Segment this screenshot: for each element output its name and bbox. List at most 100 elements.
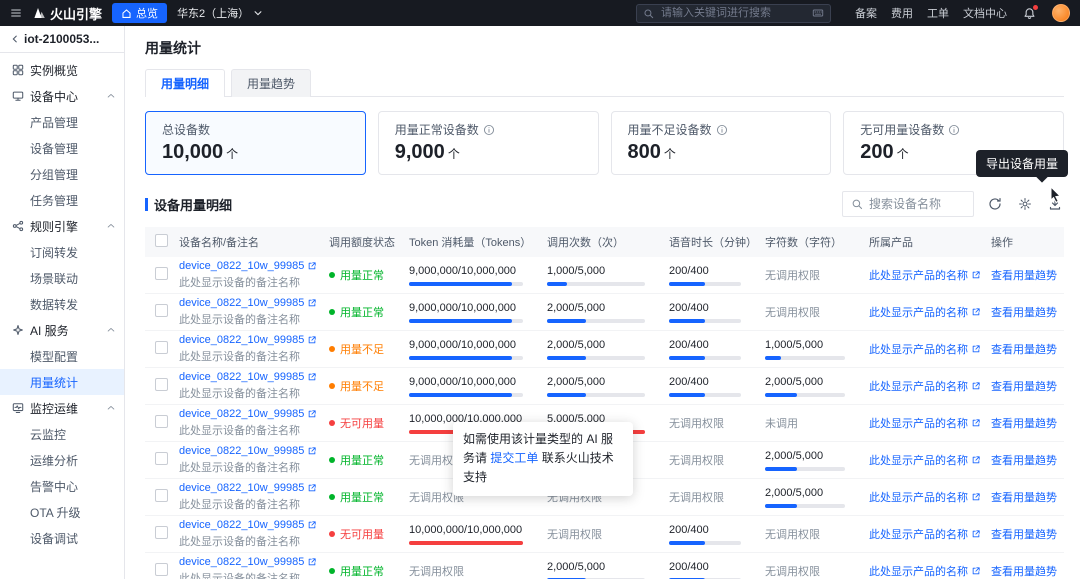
notification-bell[interactable] [1023, 4, 1038, 20]
ai-service-icon [12, 324, 24, 336]
device-name-link[interactable]: device_0822_10w_99985 [179, 408, 317, 420]
tab-1[interactable]: 用量趋势 [231, 69, 312, 97]
settings-button[interactable] [1016, 195, 1034, 213]
select-all-checkbox[interactable] [155, 234, 168, 247]
menu-icon[interactable] [10, 7, 22, 19]
device-search-input[interactable] [867, 196, 965, 212]
row-checkbox[interactable] [155, 563, 168, 576]
view-trend-link[interactable]: 查看用量趋势 [991, 378, 1057, 394]
view-trend-link[interactable]: 查看用量趋势 [991, 452, 1057, 468]
volcengine-logo[interactable]: 火山引擎 [32, 4, 102, 23]
sidebar-item[interactable]: 订阅转发 [0, 239, 124, 265]
topbar-links: 备案 费用 工单 文档中心 [841, 5, 1007, 21]
device-name-link[interactable]: device_0822_10w_99985 [179, 334, 317, 346]
stat-card-2[interactable]: 用量不足设备数 800 个 [610, 111, 832, 175]
global-search[interactable] [636, 3, 831, 23]
sidebar-group-1[interactable]: 设备中心 [0, 83, 124, 109]
sidebar-item[interactable]: 场景联动 [0, 265, 124, 291]
metric-cell: 1,000/5,000 [765, 339, 869, 360]
sidebar-item[interactable]: 分组管理 [0, 161, 124, 187]
stat-card-1[interactable]: 用量正常设备数 9,000 个 [377, 111, 599, 175]
row-checkbox[interactable] [155, 489, 168, 502]
row-checkbox[interactable] [155, 415, 168, 428]
metric-cell: 无调用权限 [765, 307, 820, 319]
sidebar-item[interactable]: 产品管理 [0, 109, 124, 135]
usage-progress-bar [765, 466, 845, 471]
sidebar-item[interactable]: 任务管理 [0, 187, 124, 213]
sidebar-item[interactable]: 告警中心 [0, 473, 124, 499]
table-row: device_0822_10w_99985 此处显示设备的备注名称 用量不足 9,00… [145, 368, 1064, 405]
notification-dot [1033, 4, 1038, 10]
row-checkbox[interactable] [155, 267, 168, 280]
metric-cell: 无调用权限 [765, 529, 820, 541]
topbar-link-0[interactable]: 备案 [855, 5, 877, 21]
device-name-link[interactable]: device_0822_10w_99985 [179, 371, 317, 383]
device-remark: 此处显示设备的备注名称 [179, 351, 300, 363]
row-checkbox[interactable] [155, 452, 168, 465]
tab-0[interactable]: 用量明细 [145, 69, 226, 97]
region-selector[interactable]: 华东2（上海） [177, 5, 263, 21]
product-link[interactable]: 此处显示产品的名称 [869, 304, 981, 320]
sidebar-item[interactable]: 设备管理 [0, 135, 124, 161]
sidebar-group-3[interactable]: AI 服务 [0, 317, 124, 343]
sidebar-item[interactable]: 运维分析 [0, 447, 124, 473]
sidebar-item[interactable]: 模型配置 [0, 343, 124, 369]
global-search-input[interactable] [659, 6, 807, 20]
metric-cell: 9,000,000/10,000,000 [409, 339, 547, 360]
view-trend-link[interactable]: 查看用量趋势 [991, 341, 1057, 357]
row-checkbox[interactable] [155, 378, 168, 391]
instance-selector[interactable]: iot-2100053... [0, 26, 124, 53]
product-link[interactable]: 此处显示产品的名称 [869, 415, 981, 431]
row-checkbox[interactable] [155, 304, 168, 317]
topbar-link-3[interactable]: 文档中心 [963, 5, 1007, 21]
view-trend-link[interactable]: 查看用量趋势 [991, 489, 1057, 505]
sidebar-item-label: 产品管理 [30, 115, 79, 130]
action-cell: 查看用量趋势 [991, 489, 1064, 505]
topbar-link-1[interactable]: 费用 [891, 5, 913, 21]
product-link[interactable]: 此处显示产品的名称 [869, 267, 981, 283]
device-name-link[interactable]: device_0822_10w_99985 [179, 260, 317, 272]
export-button[interactable] [1046, 195, 1064, 213]
refresh-button[interactable] [986, 195, 1004, 213]
submit-ticket-link[interactable]: 提交工单 [490, 451, 538, 465]
device-name-link[interactable]: device_0822_10w_99985 [179, 482, 317, 494]
device-name-link[interactable]: device_0822_10w_99985 [179, 445, 317, 457]
device-search[interactable] [842, 191, 974, 217]
product-link[interactable]: 此处显示产品的名称 [869, 563, 981, 579]
view-trend-link[interactable]: 查看用量趋势 [991, 304, 1057, 320]
sidebar-group-0[interactable]: 实例概览 [0, 57, 124, 83]
action-cell: 查看用量趋势 [991, 415, 1064, 431]
user-avatar[interactable] [1052, 4, 1070, 22]
row-checkbox[interactable] [155, 526, 168, 539]
external-link-icon [971, 344, 981, 354]
product-link[interactable]: 此处显示产品的名称 [869, 452, 981, 468]
sidebar-item[interactable]: 设备调试 [0, 525, 124, 551]
sidebar-item[interactable]: 用量统计 [0, 369, 124, 395]
sidebar-item[interactable]: OTA 升级 [0, 499, 124, 525]
device-remark: 此处显示设备的备注名称 [179, 277, 300, 289]
view-trend-link[interactable]: 查看用量趋势 [991, 526, 1057, 542]
sidebar-item[interactable]: 数据转发 [0, 291, 124, 317]
device-name-link[interactable]: device_0822_10w_99985 [179, 556, 317, 568]
sidebar-group-label: 实例概览 [30, 63, 79, 78]
topbar-link-2[interactable]: 工单 [927, 5, 949, 21]
product-link[interactable]: 此处显示产品的名称 [869, 489, 981, 505]
view-trend-link[interactable]: 查看用量趋势 [991, 415, 1057, 431]
view-trend-link[interactable]: 查看用量趋势 [991, 563, 1057, 579]
stat-card-0[interactable]: 总设备数 10,000 个 [145, 111, 366, 175]
device-name-link[interactable]: device_0822_10w_99985 [179, 519, 317, 531]
product-link[interactable]: 此处显示产品的名称 [869, 341, 981, 357]
usage-progress-bar [409, 355, 523, 360]
row-checkbox[interactable] [155, 341, 168, 354]
view-trend-link[interactable]: 查看用量趋势 [991, 267, 1057, 283]
product-link[interactable]: 此处显示产品的名称 [869, 526, 981, 542]
sidebar-group-label: AI 服务 [30, 323, 69, 338]
sidebar-group-4[interactable]: 监控运维 [0, 395, 124, 421]
metric-cell: 无调用权限 [409, 566, 464, 578]
monitor-icon [12, 402, 24, 414]
sidebar-item[interactable]: 云监控 [0, 421, 124, 447]
sidebar-group-2[interactable]: 规则引擎 [0, 213, 124, 239]
product-link[interactable]: 此处显示产品的名称 [869, 378, 981, 394]
device-name-link[interactable]: device_0822_10w_99985 [179, 297, 317, 309]
nav-overview[interactable]: 总览 [112, 3, 168, 23]
